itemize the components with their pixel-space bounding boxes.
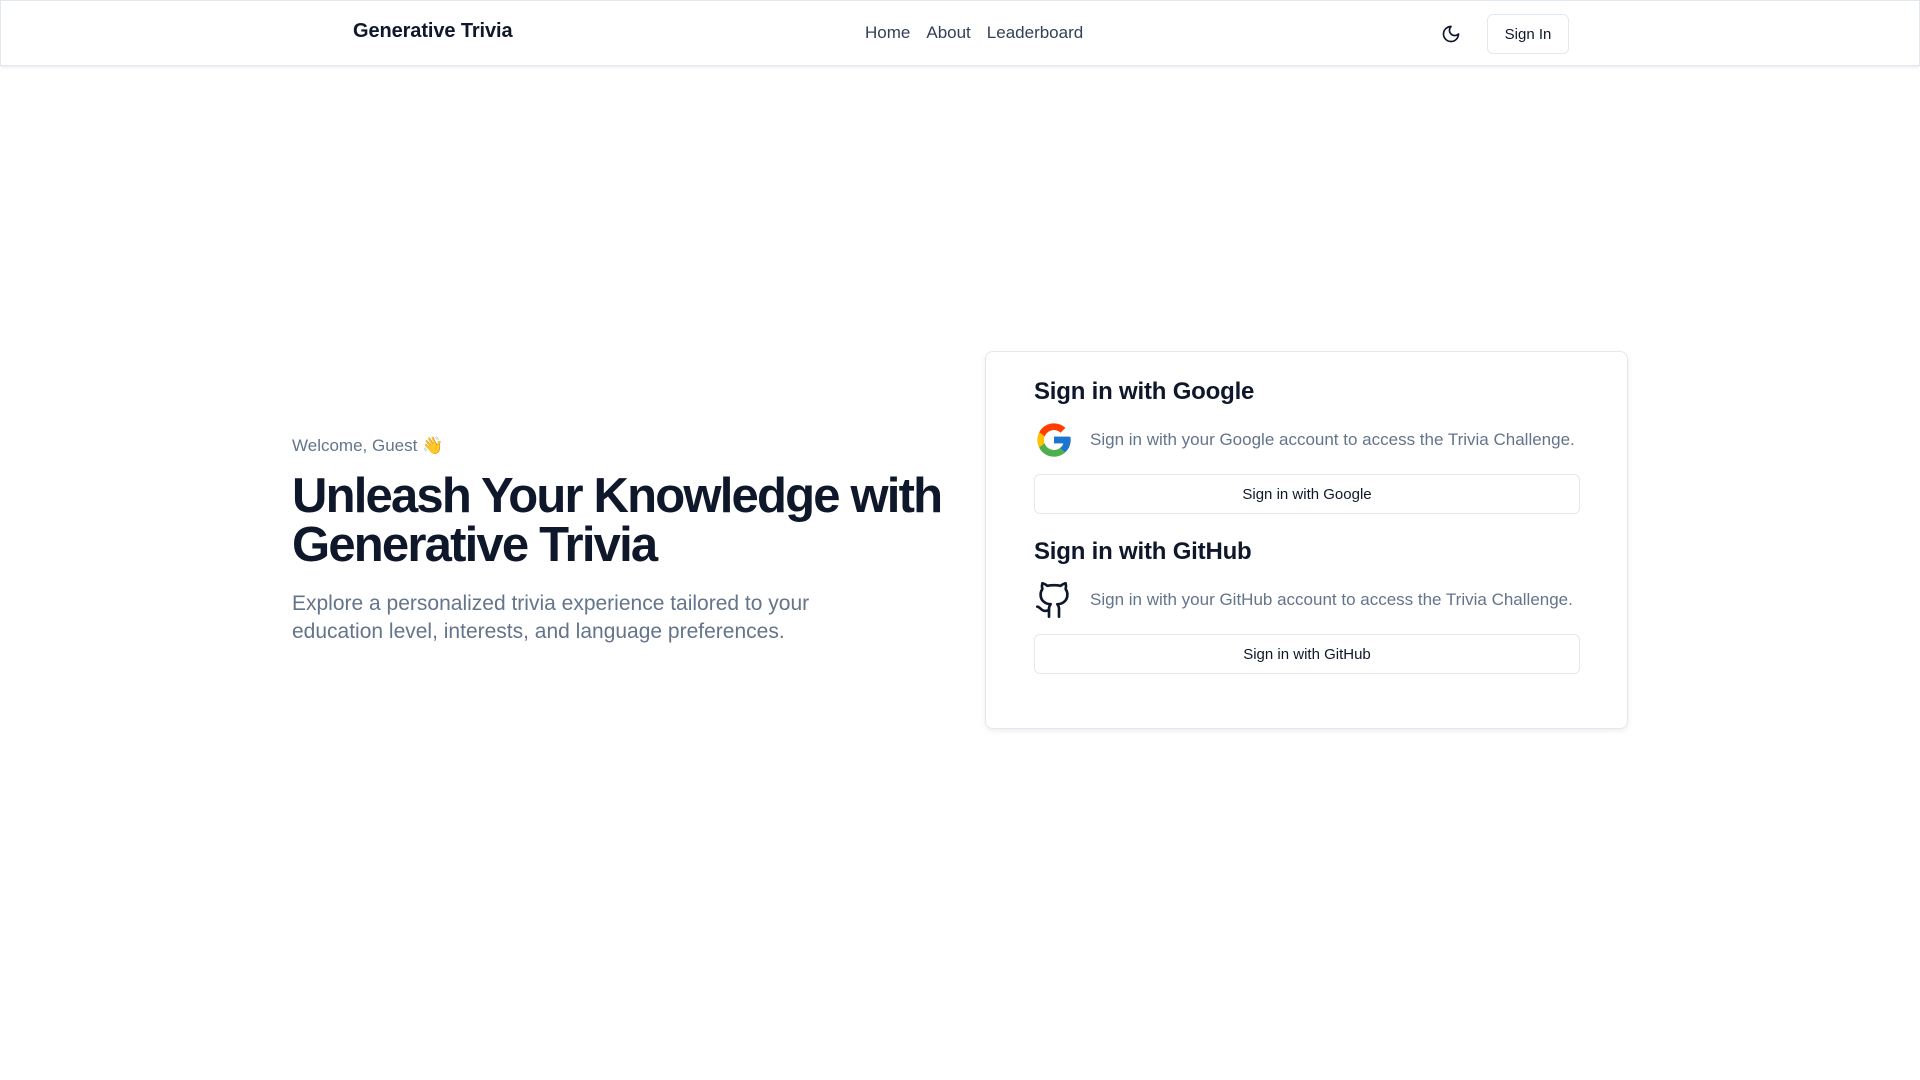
welcome-text: Welcome, Guest 👋 [292,436,444,455]
google-signin-button[interactable]: Sign in with Google [1034,474,1580,514]
nav-leaderboard-link[interactable]: Leaderboard [987,23,1083,43]
brand-title[interactable]: Generative Trivia [353,20,513,43]
sign-in-button[interactable]: Sign In [1487,14,1569,54]
nav-home-link[interactable]: Home [865,23,910,43]
top-navbar: Generative Trivia Home About Leaderboard… [0,0,1920,66]
nav-about-link[interactable]: About [926,23,970,43]
hero-headline-line1: Unleash Your Knowledge with [292,469,943,523]
github-signin-button[interactable]: Sign in with GitHub [1034,634,1580,674]
theme-toggle-button[interactable] [1431,17,1471,51]
main-nav: Home About Leaderboard [865,23,1083,43]
google-signin-description: Sign in with your Google account to acce… [1090,430,1575,449]
moon-icon [1442,25,1460,43]
google-signin-title: Sign in with Google [1034,378,1255,405]
google-signin-row: Sign in with your Google account to acce… [1034,420,1580,460]
github-signin-title: Sign in with GitHub [1034,538,1252,565]
github-icon [1036,582,1069,618]
google-icon [1037,423,1071,457]
hero-headline: Unleash Your Knowledge with Generative T… [292,472,952,570]
hero-headline-line2: Generative Trivia [292,518,658,572]
github-signin-description: Sign in with your GitHub account to acce… [1090,590,1573,609]
google-signin-section: Sign in with Google Sign in with your Go… [1034,378,1580,514]
signin-card: Sign in with Google Sign in with your Go… [985,351,1628,729]
github-signin-section: Sign in with GitHub Sign in with your Gi… [1034,538,1580,674]
hero-subtitle: Explore a personalized trivia experience… [292,592,810,643]
hero-section: Welcome, Guest 👋 Unleash Your Knowledge … [292,436,952,646]
github-signin-row: Sign in with your GitHub account to acce… [1034,580,1580,620]
